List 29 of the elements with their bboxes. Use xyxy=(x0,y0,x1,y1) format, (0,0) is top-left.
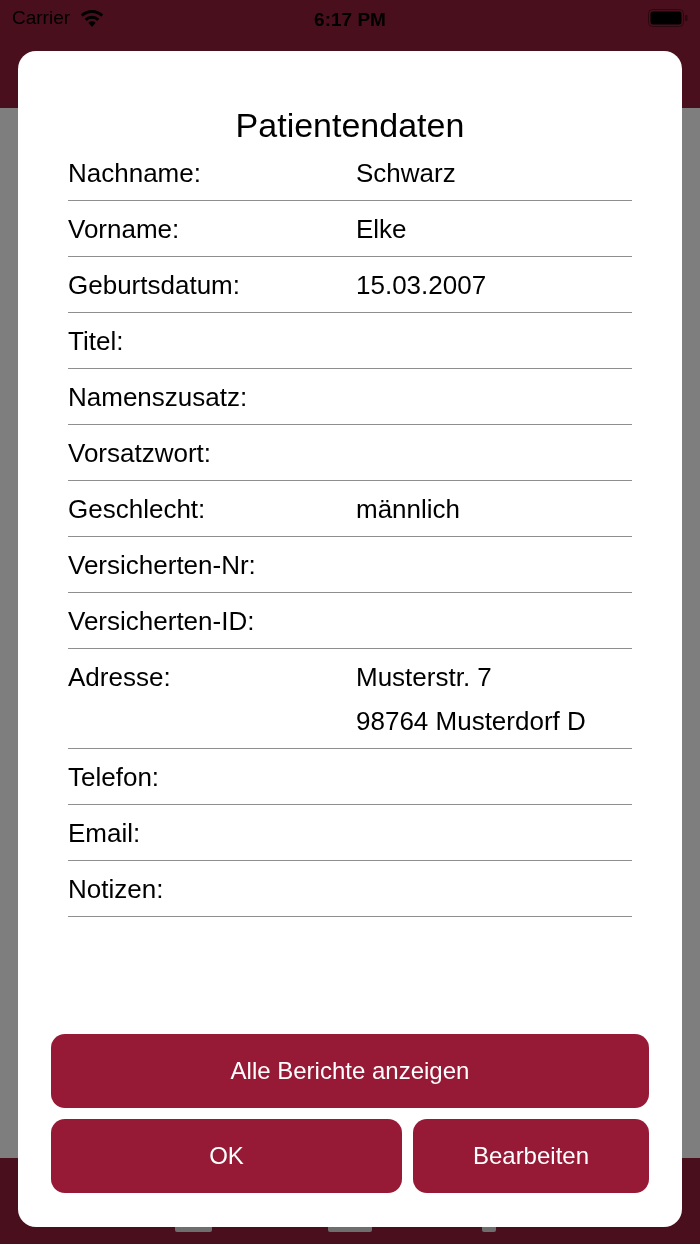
action-button[interactable]: OK xyxy=(51,1119,402,1193)
field-label: Vorname: xyxy=(68,213,181,246)
field-label: Adresse: xyxy=(68,661,172,694)
field-label: Versicherten-ID: xyxy=(68,605,256,638)
clock-time: 6:17 PM xyxy=(314,9,386,30)
wifi-signal-icon xyxy=(80,9,105,27)
tab-bar-icon[interactable] xyxy=(482,1227,496,1232)
field-label: Geburtsdatum: xyxy=(68,269,241,302)
carrier-label: Carrier xyxy=(12,5,71,30)
field-label: Vorsatzwort: xyxy=(68,437,213,470)
field-label: Namenszusatz: xyxy=(68,381,249,414)
field-value: männlich xyxy=(356,493,461,526)
field-value: 15.03.2007 xyxy=(356,269,487,302)
field-label: Versicherten-Nr: xyxy=(68,549,257,582)
tab-bar-icon[interactable] xyxy=(328,1227,372,1232)
field-label: Telefon: xyxy=(68,761,161,794)
action-button[interactable]: Bearbeiten xyxy=(412,1119,649,1193)
action-button[interactable]: Alle Berichte anzeigen xyxy=(51,1034,649,1108)
field-label: Geschlecht: xyxy=(68,493,207,526)
field-value: Schwarz xyxy=(356,157,456,190)
field-label: Titel: xyxy=(68,325,125,358)
field-value: Musterstr. 7 98764 Musterdorf D xyxy=(356,661,586,738)
field-label: Nachname: xyxy=(68,157,202,190)
tab-bar-icon[interactable] xyxy=(175,1227,212,1232)
field-label: Notizen: xyxy=(68,873,165,906)
dialog-title: Patientendaten xyxy=(234,105,466,145)
field-label: Email: xyxy=(68,817,142,850)
battery-icon xyxy=(648,9,688,27)
field-value: Elke xyxy=(356,213,407,246)
